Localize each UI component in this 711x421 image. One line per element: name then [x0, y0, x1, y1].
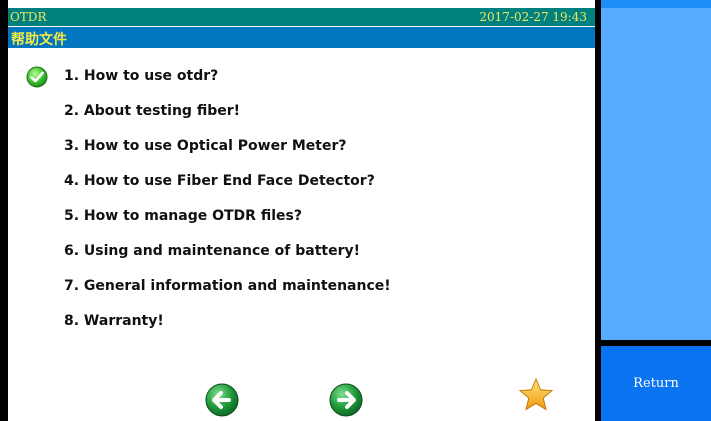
topic-fiber-end-face-detector[interactable]: 4. How to use Fiber End Face Detector?	[64, 173, 375, 197]
return-button[interactable]: Return	[601, 346, 711, 421]
arrow-right-circle-icon[interactable]	[328, 382, 364, 418]
topic-about-testing-fiber[interactable]: 2. About testing fiber!	[64, 103, 240, 127]
side-panel: Return	[601, 0, 711, 421]
topic-battery-maintenance[interactable]: 6. Using and maintenance of battery!	[64, 243, 360, 267]
help-topic-list: 1. How to use otdr? 2. About testing fib…	[8, 48, 595, 421]
page-title-bar: 帮助文件	[8, 27, 595, 48]
otdr-help-window: OTDR 2017-02-27 19:43 帮助文件 1. How to use…	[0, 0, 711, 421]
topic-manage-otdr-files[interactable]: 5. How to manage OTDR files?	[64, 208, 302, 232]
side-panel-blank-area	[601, 8, 711, 340]
page-title: 帮助文件	[11, 32, 67, 48]
check-circle-icon	[26, 66, 48, 88]
star-icon[interactable]	[518, 377, 554, 413]
topic-general-information[interactable]: 7. General information and maintenance!	[64, 278, 391, 302]
topic-how-to-use-otdr[interactable]: 1. How to use otdr?	[64, 68, 218, 92]
arrow-left-circle-icon[interactable]	[204, 382, 240, 418]
left-frame-border	[0, 0, 8, 421]
date-time: 2017-02-27 19:43	[479, 10, 587, 24]
title-bar: OTDR 2017-02-27 19:43	[8, 8, 595, 26]
app-title: OTDR	[10, 10, 47, 24]
topic-warranty[interactable]: 8. Warranty!	[64, 313, 164, 337]
topic-optical-power-meter[interactable]: 3. How to use Optical Power Meter?	[64, 138, 347, 162]
